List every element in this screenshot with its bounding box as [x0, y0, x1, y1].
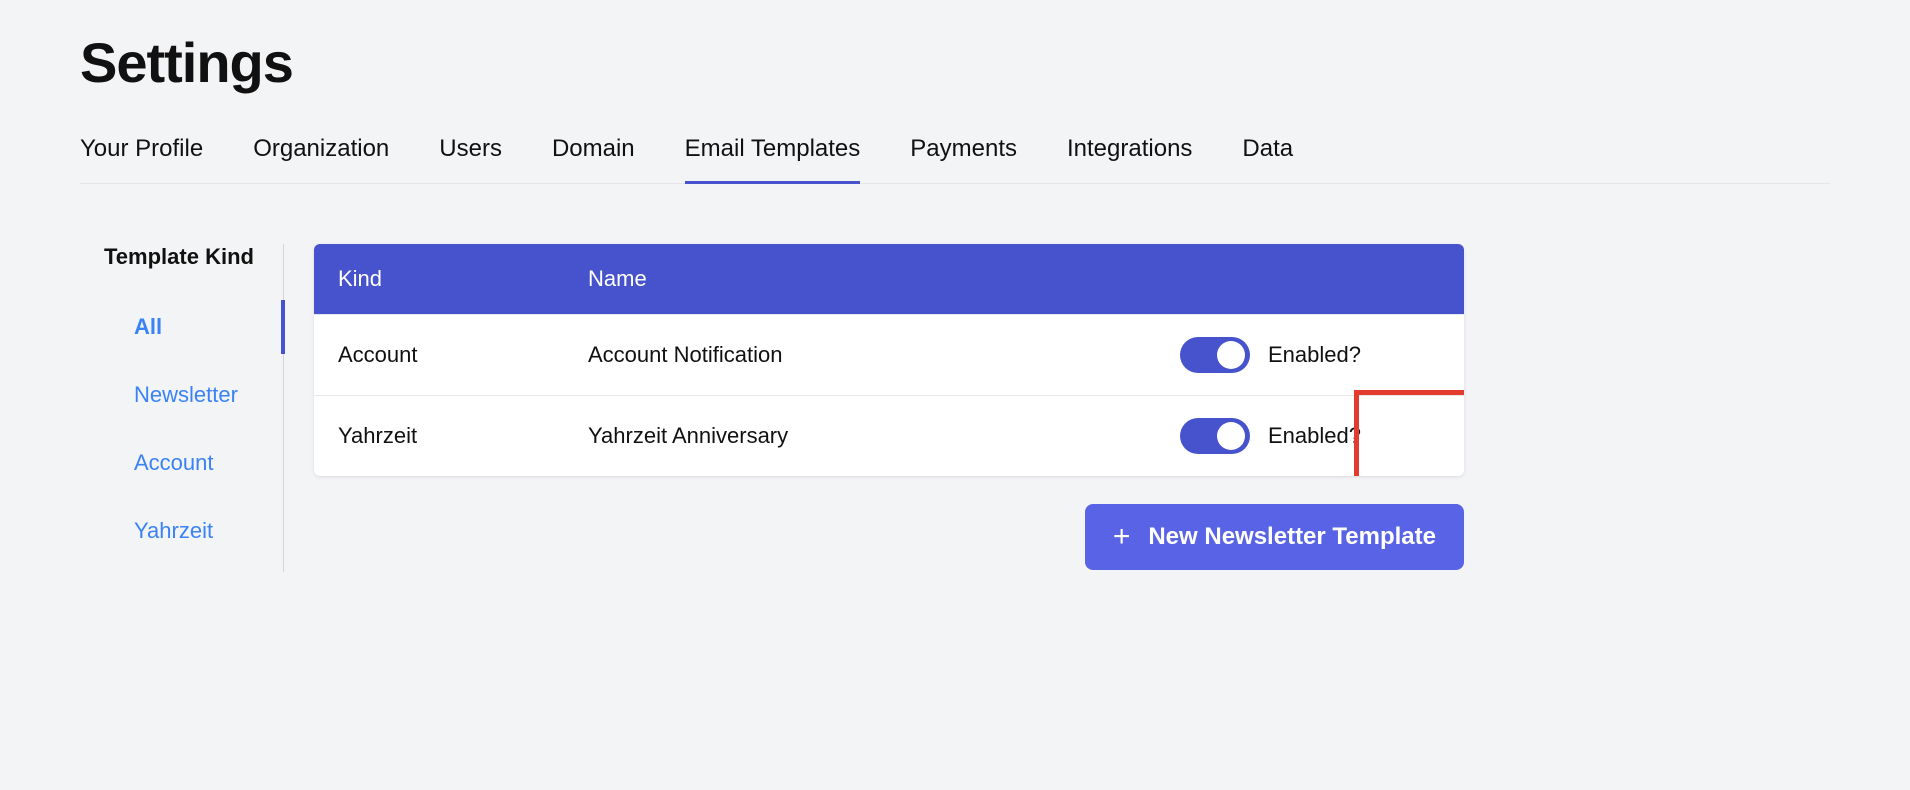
table-row[interactable]: Yahrzeit Yahrzeit Anniversary Enabled?	[314, 395, 1464, 476]
header-name: Name	[588, 266, 1180, 292]
sidebar-item-account[interactable]: Account	[104, 436, 283, 490]
row-name: Account Notification	[588, 342, 1180, 368]
sidebar-item-yahrzeit[interactable]: Yahrzeit	[104, 504, 283, 558]
new-newsletter-template-button[interactable]: + New Newsletter Template	[1085, 504, 1464, 570]
header-kind: Kind	[338, 266, 588, 292]
sidebar-item-newsletter[interactable]: Newsletter	[104, 368, 283, 422]
table-row[interactable]: Account Account Notification Enabled?	[314, 314, 1464, 395]
new-template-label: New Newsletter Template	[1148, 523, 1436, 551]
tab-payments[interactable]: Payments	[910, 135, 1017, 183]
template-kind-sidebar: Template Kind All Newsletter Account Yah…	[104, 244, 284, 572]
tab-integrations[interactable]: Integrations	[1067, 135, 1192, 183]
tab-data[interactable]: Data	[1242, 135, 1293, 183]
settings-tabs: Your Profile Organization Users Domain E…	[80, 135, 1830, 184]
tab-your-profile[interactable]: Your Profile	[80, 135, 203, 183]
enabled-label: Enabled?	[1268, 342, 1361, 368]
tab-email-templates[interactable]: Email Templates	[685, 135, 861, 183]
enabled-label: Enabled?	[1268, 423, 1361, 449]
enabled-toggle[interactable]	[1180, 337, 1250, 373]
templates-table: Kind Name Account Account Notification E…	[314, 244, 1464, 476]
table-header: Kind Name	[314, 244, 1464, 314]
row-name: Yahrzeit Anniversary	[588, 423, 1180, 449]
enabled-toggle[interactable]	[1180, 418, 1250, 454]
tab-domain[interactable]: Domain	[552, 135, 635, 183]
sidebar-item-all[interactable]: All	[104, 300, 283, 354]
plus-icon: +	[1113, 522, 1131, 552]
row-kind: Yahrzeit	[338, 423, 588, 449]
tab-users[interactable]: Users	[439, 135, 502, 183]
sidebar-heading: Template Kind	[104, 244, 283, 270]
page-title: Settings	[80, 30, 1830, 95]
row-kind: Account	[338, 342, 588, 368]
tab-organization[interactable]: Organization	[253, 135, 389, 183]
